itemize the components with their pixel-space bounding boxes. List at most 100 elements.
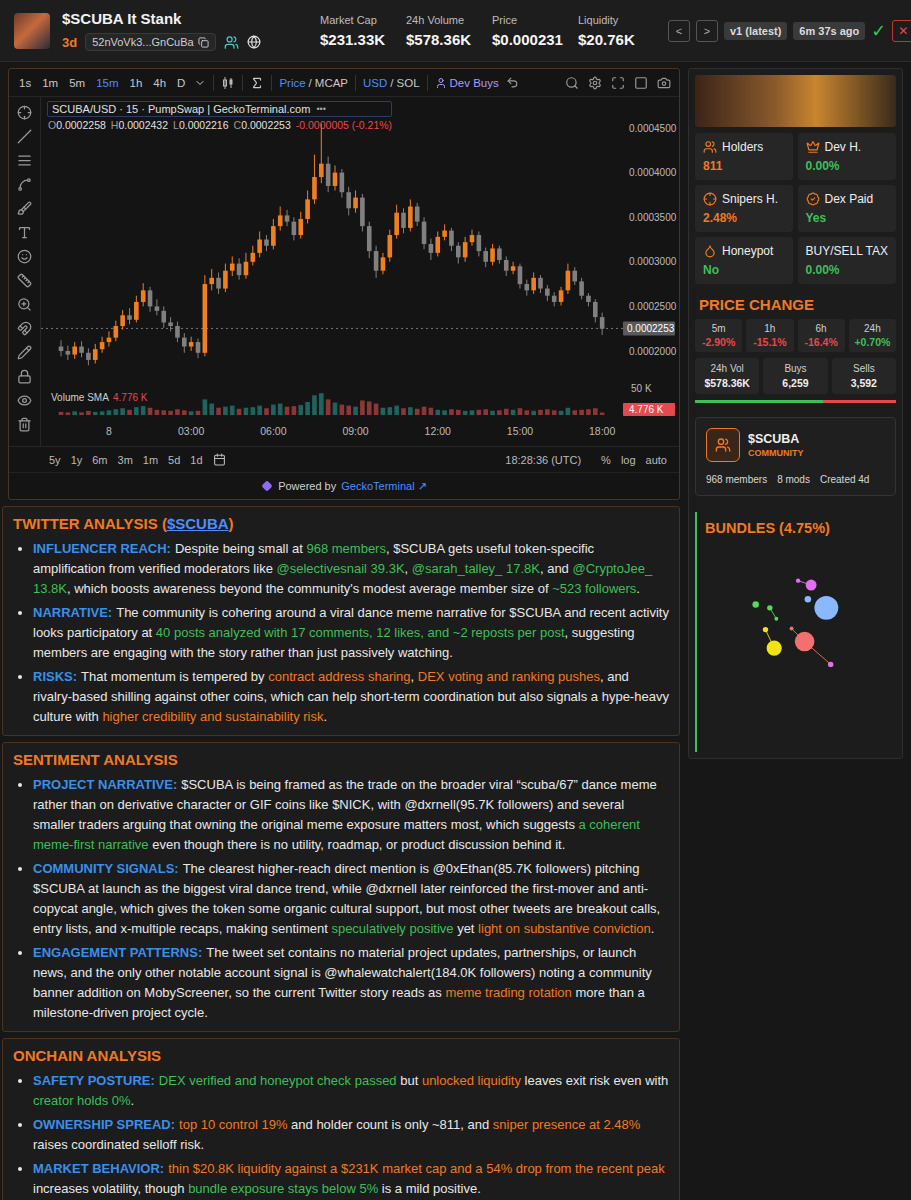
candle	[353, 190, 358, 212]
community-stats: 968 members8 modsCreated 4d	[706, 474, 885, 485]
timeframe-button[interactable]: 4h	[151, 75, 168, 91]
range-button[interactable]: 5y	[49, 454, 61, 466]
undo-icon[interactable]	[506, 76, 519, 89]
timeframe-button[interactable]: D	[175, 75, 187, 91]
community-icon[interactable]	[224, 35, 239, 50]
bundle-node[interactable]	[794, 632, 814, 652]
scale-option[interactable]: auto	[646, 454, 667, 466]
indicators-icon[interactable]	[250, 76, 264, 90]
dev-buys-button[interactable]: Dev Buys	[435, 77, 499, 89]
calendar-icon[interactable]	[213, 453, 226, 466]
bundle-node[interactable]	[774, 617, 778, 621]
status-check: ✓	[871, 22, 886, 40]
bundle-node[interactable]	[795, 579, 799, 583]
timeframe-button[interactable]: 5m	[67, 75, 87, 91]
zoom-in-icon[interactable]	[17, 297, 32, 312]
range-button[interactable]: 1m	[143, 454, 158, 466]
candle	[209, 269, 214, 290]
chart-scale-controls: 18:28:36 (UTC)%logauto	[505, 454, 667, 466]
candle	[175, 322, 180, 343]
activity-cell: Buys6,259	[763, 358, 827, 394]
text-tool-icon[interactable]	[17, 225, 32, 240]
ohlc-value: L0.0002216	[173, 119, 228, 131]
lock-icon[interactable]	[17, 369, 32, 384]
geckoterminal-icon	[261, 480, 273, 492]
globe-icon[interactable]	[247, 35, 261, 49]
token-address: 52nVoVk3...GnCuBa	[92, 36, 194, 48]
toolbar-divider	[427, 75, 428, 91]
bundle-node[interactable]	[827, 662, 832, 667]
nav-button[interactable]: >	[696, 20, 718, 42]
magnet-icon[interactable]	[17, 321, 32, 336]
candle	[319, 124, 324, 184]
candle	[264, 235, 269, 251]
currency-option[interactable]: USD	[363, 77, 387, 89]
bundle-node[interactable]	[767, 605, 772, 610]
price-mode-option[interactable]: MCAP	[315, 77, 348, 89]
range-button[interactable]: 1y	[71, 454, 83, 466]
info-card-value: 0.00%	[806, 159, 888, 173]
ruler-icon[interactable]	[17, 273, 32, 288]
legend-title: SCUBA/USD · 15 · PumpSwap | GeckoTermina…	[47, 101, 392, 117]
volume-sma-value: 4.776 K	[113, 392, 148, 403]
volume-bar	[593, 408, 598, 415]
timeframe-button[interactable]: 15m	[94, 75, 120, 91]
layout-icon[interactable]	[634, 76, 648, 90]
pencil-icon[interactable]	[17, 345, 32, 360]
bundle-node[interactable]	[766, 640, 781, 655]
close-button[interactable]: ✕	[892, 20, 911, 42]
fib-levels-icon[interactable]	[17, 153, 32, 168]
timeframe-button[interactable]: 1h	[128, 75, 145, 91]
volume-bar	[326, 399, 331, 415]
bundle-node[interactable]	[789, 627, 793, 631]
dropdown-icon[interactable]	[194, 77, 206, 89]
candle	[360, 194, 365, 231]
timeframe-button[interactable]: 1m	[40, 75, 60, 91]
eye-icon[interactable]	[17, 393, 32, 408]
timeframe-button[interactable]: 1s	[17, 75, 33, 91]
bundle-node[interactable]	[814, 596, 838, 620]
settings-icon[interactable]	[588, 76, 602, 90]
legend-menu[interactable]: •••	[316, 104, 325, 114]
candlestick-icon[interactable]	[221, 76, 235, 90]
chart-toolbar: 1s1m5m15m1h4hDPrice/MCAPUSD/SOLDev Buys	[9, 69, 679, 97]
nav-button[interactable]: <	[668, 20, 690, 42]
trend-line-icon[interactable]	[17, 129, 32, 144]
powered-link[interactable]: GeckoTerminal ↗	[341, 480, 427, 493]
fullscreen-icon[interactable]	[611, 76, 625, 90]
emoji-icon[interactable]	[17, 249, 32, 264]
info-card: Dev H.0.00%	[798, 133, 896, 180]
candle	[518, 264, 523, 289]
section-title-link[interactable]: $SCUBA	[167, 515, 229, 532]
range-button[interactable]: 1d	[190, 454, 202, 466]
brush-icon[interactable]	[17, 201, 32, 216]
chart-actions	[565, 76, 671, 90]
camera-icon[interactable]	[657, 76, 671, 90]
range-button[interactable]: 6m	[92, 454, 107, 466]
analysis-item: NARRATIVE:The community is cohering arou…	[33, 603, 669, 663]
scale-option[interactable]: log	[621, 454, 636, 466]
pattern-icon[interactable]	[17, 177, 32, 192]
currency-toggle: USD/SOL	[363, 77, 420, 89]
search-icon[interactable]	[565, 76, 579, 90]
candle	[237, 258, 242, 279]
volume-bar	[545, 409, 550, 415]
range-button[interactable]: 5d	[168, 454, 180, 466]
price-mode-option[interactable]: Price	[279, 77, 305, 89]
volume-bar	[346, 406, 351, 415]
address-copy-button[interactable]: 52nVoVk3...GnCuBa	[85, 33, 216, 51]
scale-option[interactable]: %	[601, 454, 611, 466]
currency-option[interactable]: SOL	[397, 77, 420, 89]
bundle-node[interactable]	[762, 627, 767, 632]
bundle-node[interactable]	[804, 596, 811, 603]
range-button[interactable]: 3m	[118, 454, 133, 466]
price-chart[interactable]: 0.00045000.00040000.00035000.00030000.00…	[41, 97, 677, 442]
community-card[interactable]: $SCUBACOMMUNITY968 members8 modsCreated …	[695, 417, 896, 496]
bundle-node[interactable]	[805, 580, 816, 591]
volume-bar	[257, 406, 262, 415]
crosshair-icon[interactable]	[17, 105, 32, 120]
info-card: Holders811	[695, 133, 793, 180]
bundle-node[interactable]	[752, 601, 759, 608]
trash-icon[interactable]	[17, 417, 32, 432]
volume-bar	[72, 411, 77, 415]
